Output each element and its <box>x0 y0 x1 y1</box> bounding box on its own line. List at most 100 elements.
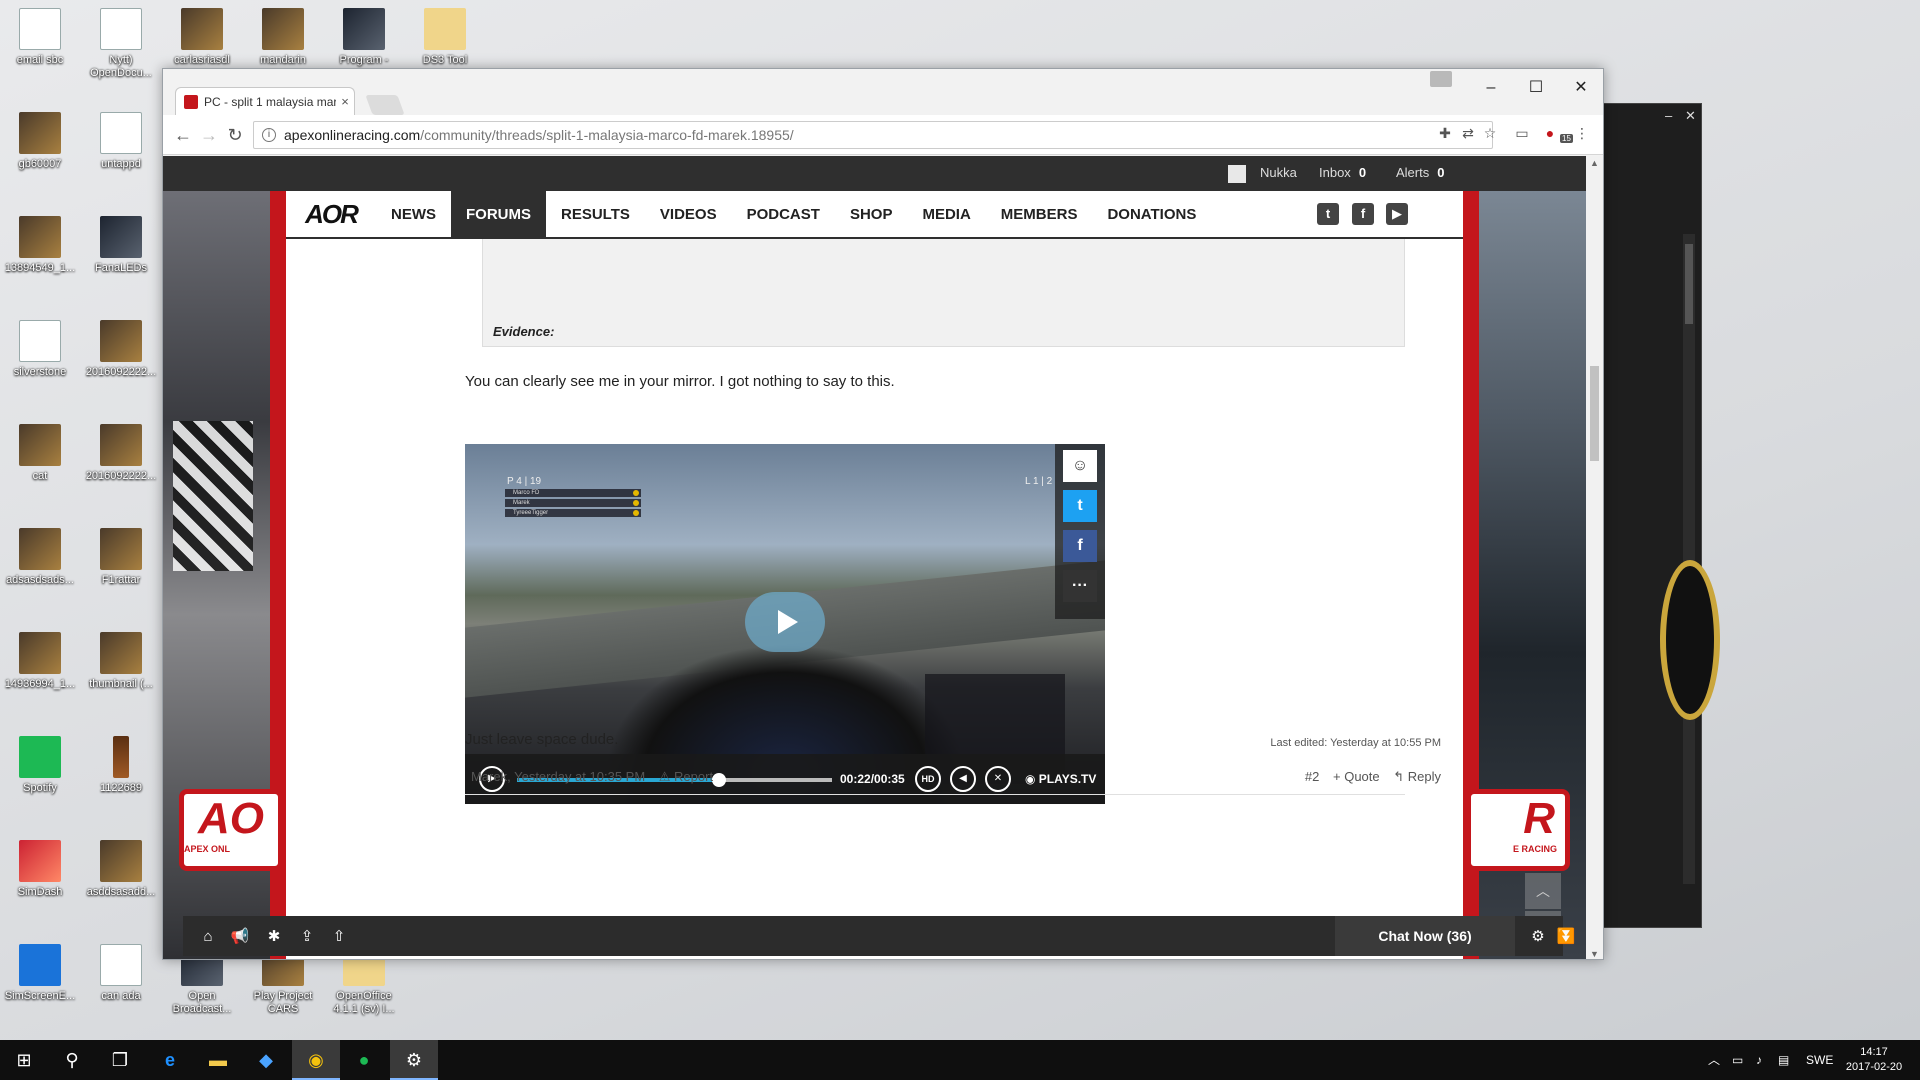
network-icon[interactable]: ▭ <box>1732 1040 1743 1080</box>
app-diamond-icon[interactable]: ◆ <box>242 1040 290 1080</box>
desktop-icon[interactable]: thumbnail (... <box>81 632 161 691</box>
alerts-link[interactable]: Alerts 0 <box>1396 165 1444 180</box>
nav-media[interactable]: MEDIA <box>907 191 985 237</box>
home-icon[interactable]: ⌂ <box>197 926 219 948</box>
steam-icon[interactable]: ⚙ <box>390 1040 438 1080</box>
playstv-logo[interactable]: ◉ PLAYS.TV <box>1025 772 1096 786</box>
bg-window-scroll-thumb[interactable] <box>1685 244 1693 324</box>
page-scrollbar[interactable]: ▲ ▼ <box>1586 156 1603 959</box>
browser-tab[interactable]: PC - split 1 malaysia mar × <box>175 87 355 115</box>
fullscreen-icon[interactable]: ✕ <box>985 766 1011 792</box>
search-icon[interactable]: ⚲ <box>48 1040 96 1080</box>
reply-link[interactable]: ↰ Reply <box>1393 769 1441 784</box>
video-play-button[interactable] <box>745 592 825 652</box>
youtube-icon[interactable]: ▶ <box>1386 203 1408 225</box>
tray-expand-icon[interactable]: ︿ <box>1708 1040 1720 1080</box>
desktop-icon[interactable]: Nytt) OpenDocu... <box>81 8 161 80</box>
desktop-icon[interactable]: 2016092222... <box>81 424 161 483</box>
desktop-icon[interactable]: FanaLEDs <box>81 216 161 275</box>
nav-videos[interactable]: VIDEOS <box>645 191 732 237</box>
chrome-menu-icon[interactable]: ⋮ <box>1573 125 1591 143</box>
scrollbar-down-arrow-icon[interactable]: ▼ <box>1586 949 1603 959</box>
gear-alt-icon[interactable]: ✱ <box>263 926 285 948</box>
extension-puzzle-icon[interactable]: ✚ <box>1436 125 1454 143</box>
collapse-chat-icon[interactable]: ⏬ <box>1555 926 1577 948</box>
share-icon[interactable]: ⇪ <box>296 926 318 948</box>
scroll-up-icon[interactable]: ︿ <box>1525 873 1561 909</box>
desktop-icon[interactable]: 1122689 <box>81 736 161 795</box>
desktop-icon[interactable]: SimScreenE... <box>0 944 80 1003</box>
page-info-icon[interactable]: i <box>262 128 276 142</box>
video-player[interactable]: P 4 | 19 L 1 | 2 Marco FD Marek TyreeeTigg… <box>465 444 1105 804</box>
post-number-link[interactable]: #2 <box>1305 769 1319 784</box>
task-view-icon[interactable]: ❐ <box>96 1040 144 1080</box>
report-link[interactable]: ⚠ Report <box>659 769 713 784</box>
desktop-icon[interactable]: DS3 Tool <box>405 8 485 67</box>
desktop-icon[interactable]: cat <box>0 424 80 483</box>
adblock-icon[interactable]: ● <box>1541 125 1559 143</box>
edge-icon[interactable]: e <box>146 1040 194 1080</box>
desktop-icon[interactable]: 14936994_1... <box>0 632 80 691</box>
desktop-icon[interactable]: asddsasadd... <box>81 840 161 899</box>
nav-forums[interactable]: FORUMS <box>451 191 546 237</box>
windows-start-icon[interactable]: ⊞ <box>0 1040 48 1080</box>
facebook-icon[interactable]: f <box>1352 203 1374 225</box>
chrome-icon[interactable]: ◉ <box>292 1040 340 1080</box>
page-scroll-thumb[interactable] <box>1590 366 1599 461</box>
desktop-icon[interactable]: F1rattar <box>81 528 161 587</box>
taskbar-clock[interactable]: 14:17 2017-02-20 <box>1836 1045 1912 1075</box>
desktop-icon[interactable]: Program - <box>324 8 404 67</box>
hd-toggle-button[interactable]: HD <box>915 766 941 792</box>
nav-donations[interactable]: DONATIONS <box>1092 191 1211 237</box>
spotify-taskbar-icon[interactable]: ● <box>340 1040 388 1080</box>
more-share-icon[interactable]: ··· <box>1063 570 1097 602</box>
back-arrow-icon[interactable]: ← <box>171 123 195 147</box>
desktop-icon[interactable]: silverstone <box>0 320 80 379</box>
forward-arrow-icon[interactable]: → <box>197 123 221 147</box>
desktop-icon[interactable]: can ada <box>81 944 161 1003</box>
window-minimize-button[interactable]: – <box>1468 73 1514 103</box>
post-author-time[interactable]: Marek, Yesterday at 10:35 PM <box>471 769 645 784</box>
desktop-icon[interactable]: SimDash <box>0 840 80 899</box>
reddit-share-icon[interactable]: ☺ <box>1063 450 1097 482</box>
scrollbar-up-arrow-icon[interactable]: ▲ <box>1586 158 1603 168</box>
address-bar[interactable]: i apexonlineracing.com /community/thread… <box>253 121 1493 149</box>
translate-icon[interactable]: ⇄ <box>1459 125 1477 143</box>
nav-shop[interactable]: SHOP <box>835 191 908 237</box>
quote-link[interactable]: + Quote <box>1333 769 1380 784</box>
desktop-icon[interactable]: 2016092222... <box>81 320 161 379</box>
nav-podcast[interactable]: PODCAST <box>732 191 835 237</box>
desktop-icon[interactable]: adsasdsads... <box>0 528 80 587</box>
cast-icon[interactable]: ▭ <box>1513 125 1531 143</box>
video-progress-handle[interactable] <box>711 773 726 787</box>
notifications-icon[interactable]: ▤ <box>1778 1040 1789 1080</box>
reload-icon[interactable]: ↻ <box>223 123 247 147</box>
twitter-icon[interactable]: t <box>1317 203 1339 225</box>
desktop-icon[interactable]: untappd <box>81 112 161 171</box>
volume-icon[interactable]: ◀ <box>950 766 976 792</box>
megaphone-icon[interactable]: 📢 <box>229 926 251 948</box>
desktop-icon[interactable]: mandarin <box>243 8 323 67</box>
window-maximize-button[interactable]: ☐ <box>1513 73 1559 103</box>
bg-window-minimize-icon[interactable]: – <box>1665 108 1672 123</box>
language-indicator[interactable]: SWE <box>1806 1040 1833 1080</box>
volume-tray-icon[interactable]: ♪ <box>1756 1040 1762 1080</box>
user-avatar[interactable] <box>1228 165 1246 183</box>
nav-members[interactable]: MEMBERS <box>986 191 1093 237</box>
desktop-icon[interactable]: email sbc <box>0 8 80 67</box>
desktop-icon[interactable]: gb60007 <box>0 112 80 171</box>
bookmark-star-icon[interactable]: ☆ <box>1481 125 1499 143</box>
upload-icon[interactable]: ⇧ <box>328 926 350 948</box>
file-explorer-icon[interactable]: ▬ <box>194 1040 242 1080</box>
twitter-share-icon[interactable]: t <box>1063 490 1097 522</box>
desktop-icon[interactable]: carlasriasdl <box>162 8 242 67</box>
bg-window-scrollbar[interactable] <box>1683 234 1695 884</box>
background-window[interactable]: – ✕ <box>1600 103 1702 928</box>
nav-news[interactable]: NEWS <box>376 191 451 237</box>
username-link[interactable]: Nukka <box>1260 165 1297 180</box>
chat-now-button[interactable]: Chat Now (36) <box>1335 916 1515 956</box>
inbox-link[interactable]: Inbox 0 <box>1319 165 1366 180</box>
facebook-share-icon[interactable]: f <box>1063 530 1097 562</box>
bg-window-close-icon[interactable]: ✕ <box>1685 108 1696 124</box>
tab-close-icon[interactable]: × <box>336 94 354 109</box>
